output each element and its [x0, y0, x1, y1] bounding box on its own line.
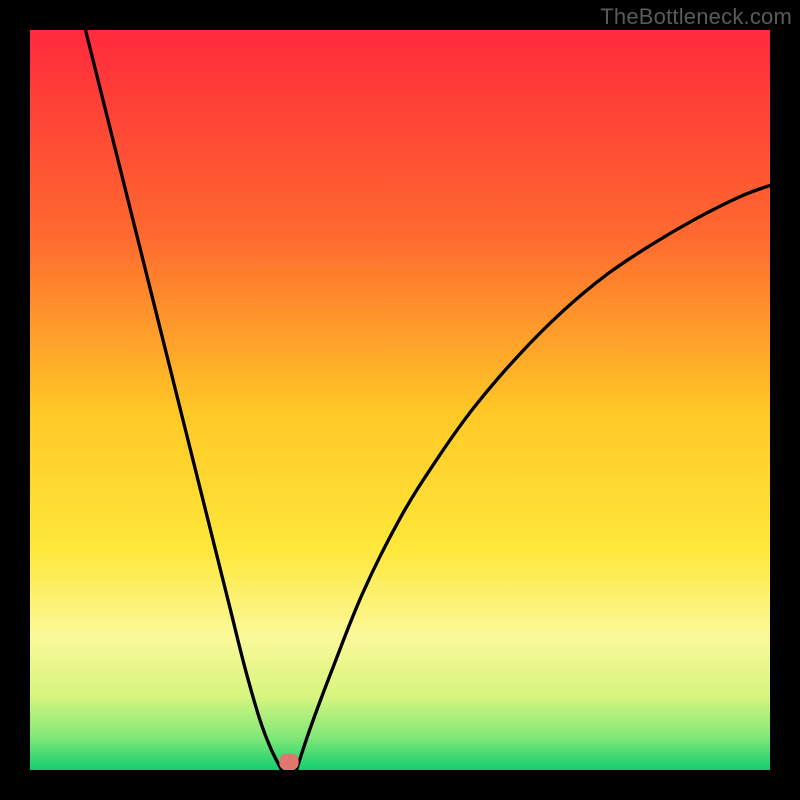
chart-background [30, 30, 770, 770]
chart-svg [30, 30, 770, 770]
chart-container: TheBottleneck.com [0, 0, 800, 800]
curve-minimum-marker [279, 754, 298, 770]
watermark-text: TheBottleneck.com [600, 4, 792, 30]
